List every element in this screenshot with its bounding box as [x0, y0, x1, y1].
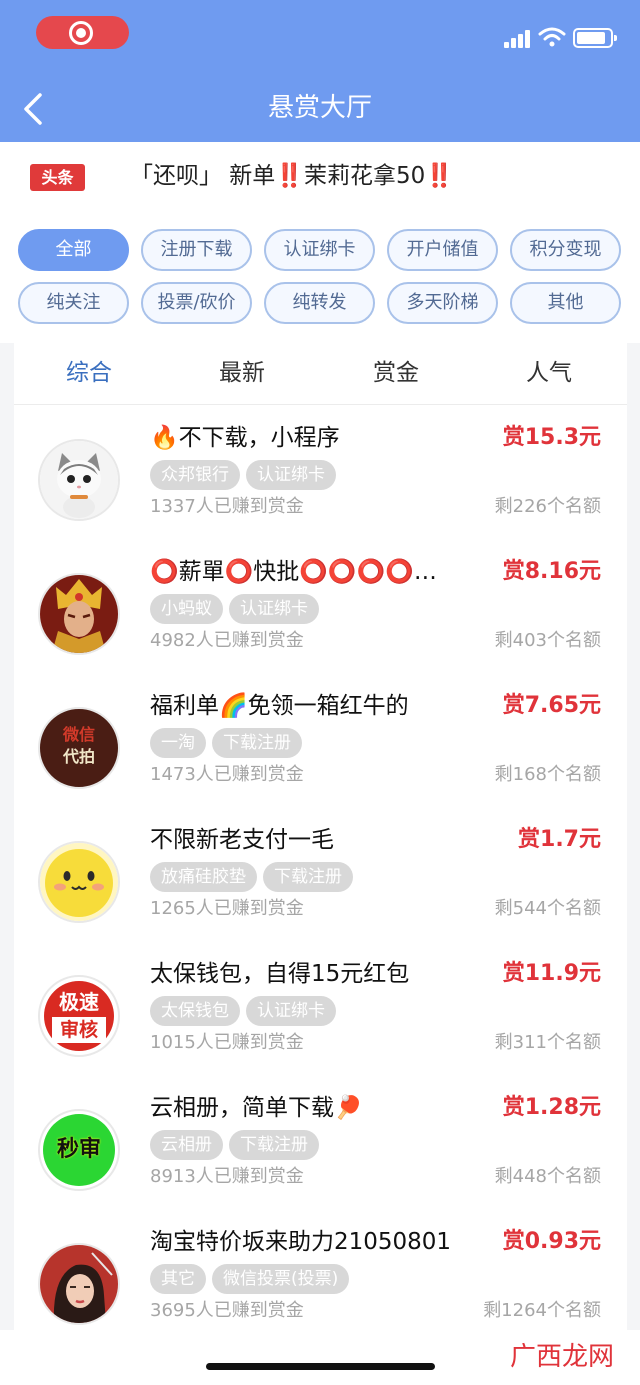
task-tags: 一淘 下载注册 — [150, 728, 308, 758]
filter-chip-register-download[interactable]: 注册下载 — [141, 229, 252, 271]
smiley-avatar — [38, 841, 120, 923]
task-tag: 小蚂蚁 — [150, 594, 223, 624]
task-reward: 赏1.28元 — [502, 1095, 601, 1120]
tab-reward[interactable]: 赏金 — [373, 355, 419, 391]
task-reward: 赏1.7元 — [518, 827, 601, 852]
daipai-avatar: 微信 代拍 — [38, 707, 120, 789]
task-item[interactable]: 淘宝特价坂来助力21050801 赏0.93元 其它 微信投票(投票) 3695人… — [14, 1209, 627, 1330]
avatar-text: 秒审 — [56, 1137, 101, 1162]
task-title: ⭕薪單⭕快批⭕⭕⭕⭕… — [150, 559, 437, 585]
task-remaining: 剩226个名额 — [494, 496, 601, 517]
task-title: 🔥不下载，小程序 — [150, 425, 340, 451]
page-title: 悬赏大厅 — [267, 93, 372, 123]
avatar-text: 微信 — [62, 725, 95, 744]
task-tag: 认证绑卡 — [246, 996, 336, 1026]
filter-chip-share[interactable]: 纯转发 — [264, 282, 375, 324]
task-reward: 赏15.3元 — [502, 425, 601, 450]
filter-chip-open-account[interactable]: 开户储值 — [387, 229, 498, 271]
task-remaining: 剩311个名额 — [494, 1032, 601, 1053]
task-remaining: 剩168个名额 — [494, 764, 601, 785]
task-tags: 云相册 下载注册 — [150, 1130, 325, 1160]
task-title: 福利单🌈免领一箱红牛的 — [150, 693, 409, 719]
task-earned-count: 8913人已赚到赏金 — [150, 1166, 304, 1187]
filter-chip-other[interactable]: 其他 — [510, 282, 621, 324]
task-title: 太保钱包，自得15元红包 — [150, 961, 410, 987]
filter-chip-verify-card[interactable]: 认证绑卡 — [264, 229, 375, 271]
task-item[interactable]: 微信 代拍 福利单🌈免领一箱红牛的 赏7.65元 一淘 下载注册 1473人已赚到… — [14, 673, 627, 807]
avatar-text: 代拍 — [62, 747, 95, 766]
filter-chip-points[interactable]: 积分变现 — [510, 229, 621, 271]
task-earned-count: 1265人已赚到赏金 — [150, 898, 304, 919]
tab-popularity[interactable]: 人气 — [526, 355, 572, 391]
task-tags: 太保钱包 认证绑卡 — [150, 996, 342, 1026]
task-remaining: 剩1264个名额 — [483, 1300, 601, 1321]
filter-chip-all[interactable]: 全部 — [18, 229, 129, 271]
record-icon — [69, 21, 93, 45]
task-earned-count: 3695人已赚到赏金 — [150, 1300, 304, 1321]
task-tag: 众邦银行 — [150, 460, 240, 490]
task-remaining: 剩544个名额 — [494, 898, 601, 919]
task-reward: 赏11.9元 — [502, 961, 601, 986]
task-item[interactable]: ⭕薪單⭕快批⭕⭕⭕⭕… 赏8.16元 小蚂蚁 认证绑卡 4982人已赚到赏金 剩4… — [14, 539, 627, 673]
task-tag: 下载注册 — [263, 862, 353, 892]
home-indicator[interactable] — [206, 1363, 435, 1370]
task-title: 不限新老支付一毛 — [150, 827, 334, 853]
task-tag: 一淘 — [150, 728, 206, 758]
jisu-avatar: 极速 审核 — [38, 975, 120, 1057]
task-tag: 下载注册 — [212, 728, 302, 758]
task-item[interactable]: 秒审 云相册，简单下载🏓 赏1.28元 云相册 下载注册 8913人已赚到赏金 剩… — [14, 1075, 627, 1209]
task-item[interactable]: 极速 审核 太保钱包，自得15元红包 赏11.9元 太保钱包 认证绑卡 1015人… — [14, 941, 627, 1075]
filter-chip-multi-day[interactable]: 多天阶梯 — [387, 282, 498, 324]
task-tags: 其它 微信投票(投票) — [150, 1264, 355, 1294]
kitten-avatar — [38, 439, 120, 521]
tab-overall[interactable]: 综合 — [66, 355, 112, 391]
task-tag: 认证绑卡 — [229, 594, 319, 624]
task-remaining: 剩448个名额 — [494, 1166, 601, 1187]
task-earned-count: 4982人已赚到赏金 — [150, 630, 304, 651]
task-tags: 小蚂蚁 认证绑卡 — [150, 594, 325, 624]
task-reward: 赏0.93元 — [502, 1229, 601, 1254]
headline-tag: 头条 — [30, 164, 85, 191]
task-earned-count: 1015人已赚到赏金 — [150, 1032, 304, 1053]
task-tag: 云相册 — [150, 1130, 223, 1160]
warrior-avatar — [38, 573, 120, 655]
task-tag: 太保钱包 — [150, 996, 240, 1026]
task-reward: 赏7.65元 — [502, 693, 601, 718]
task-item[interactable]: 🔥不下载，小程序 赏15.3元 众邦银行 认证绑卡 1337人已赚到赏金 剩226… — [14, 405, 627, 539]
task-tag: 下载注册 — [229, 1130, 319, 1160]
task-title: 云相册，简单下载🏓 — [150, 1095, 363, 1121]
filter-chip-vote[interactable]: 投票/砍价 — [141, 282, 252, 324]
task-tag: 微信投票(投票) — [212, 1264, 350, 1294]
task-earned-count: 1337人已赚到赏金 — [150, 496, 304, 517]
task-remaining: 剩403个名额 — [494, 630, 601, 651]
task-tags: 放痛硅胶垫 下载注册 — [150, 862, 359, 892]
headline-text[interactable]: 「还呗」 新单‼️茉莉花拿50‼️ — [130, 160, 454, 192]
avatar-text: 极速 — [59, 990, 99, 1014]
task-tags: 众邦银行 认证绑卡 — [150, 460, 342, 490]
filter-chip-follow[interactable]: 纯关注 — [18, 282, 129, 324]
task-item[interactable]: 不限新老支付一毛 赏1.7元 放痛硅胶垫 下载注册 1265人已赚到赏金 剩544… — [14, 807, 627, 941]
cellular-signal-icon — [504, 30, 530, 48]
task-tag: 其它 — [150, 1264, 206, 1294]
task-reward: 赏8.16元 — [502, 559, 601, 584]
portrait-avatar — [38, 1243, 120, 1325]
tab-latest[interactable]: 最新 — [219, 355, 265, 391]
task-list: 🔥不下载，小程序 赏15.3元 众邦银行 认证绑卡 1337人已赚到赏金 剩226… — [14, 405, 627, 1330]
task-tag: 认证绑卡 — [246, 460, 336, 490]
task-earned-count: 1473人已赚到赏金 — [150, 764, 304, 785]
task-title: 淘宝特价坂来助力21050801 — [150, 1229, 452, 1255]
task-tag: 放痛硅胶垫 — [150, 862, 257, 892]
avatar-text: 审核 — [52, 1017, 106, 1043]
watermark-logo: 广西龙网 — [510, 1342, 615, 1372]
wifi-icon — [538, 27, 566, 47]
miaoshen-avatar: 秒审 — [38, 1109, 120, 1191]
battery-icon — [573, 28, 617, 48]
